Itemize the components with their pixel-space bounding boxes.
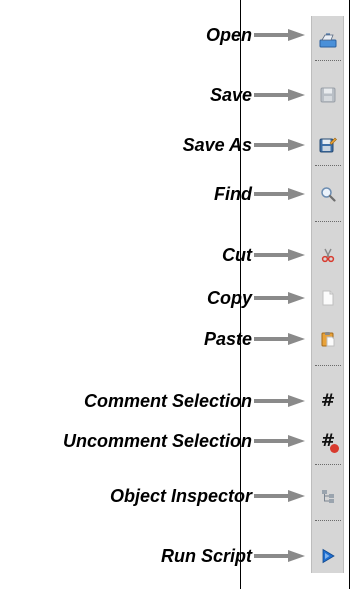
callout-object-inspector: Object Inspector [0, 484, 310, 508]
copy-page-icon [322, 290, 334, 306]
callout-label-object-inspector: Object Inspector [109, 486, 252, 506]
callout-label-save: Save [209, 85, 252, 105]
callout-label-cut: Cut [222, 245, 252, 265]
toolbar-separator [315, 165, 341, 166]
callout-label-run-script: Run Script [160, 546, 252, 566]
pointer-arrow-icon [254, 89, 305, 101]
pointer-arrow-icon [254, 188, 305, 200]
save-button[interactable] [317, 84, 339, 106]
callout-uncomment-selection: Uncomment Selection [0, 429, 310, 453]
callout-save-as: Save As [0, 133, 310, 157]
comment-selection-button[interactable]: # [317, 390, 339, 412]
scissors-icon [321, 248, 335, 263]
callout-label-paste: Paste [203, 329, 252, 349]
pointer-arrow-icon [254, 292, 305, 304]
tree-structure-icon [322, 490, 334, 503]
save-as-button[interactable] [317, 134, 339, 156]
object-inspector-button[interactable] [317, 485, 339, 507]
toolbar-separator [315, 60, 341, 61]
pointer-arrow-icon [254, 333, 305, 345]
callout-copy: Copy [0, 286, 310, 310]
toolbar-separator [315, 221, 341, 222]
paste-button[interactable] [317, 328, 339, 350]
play-triangle-icon [322, 548, 335, 564]
toolbar-separator [315, 520, 341, 521]
callout-run-script: Run Script [0, 544, 310, 568]
clipboard-icon [321, 332, 335, 347]
copy-button[interactable] [317, 287, 339, 309]
callout-label-find: Find [214, 184, 252, 204]
magnifier-icon [321, 187, 336, 202]
open-folder-icon [319, 33, 337, 48]
callout-save: Save [0, 83, 310, 107]
script-editor-toolbar: # # [311, 16, 344, 573]
find-button[interactable] [317, 183, 339, 205]
callout-label-uncomment-selection: Uncomment Selection [62, 431, 252, 451]
floppy-disk-pencil-icon [319, 137, 337, 153]
pointer-arrow-icon [254, 490, 305, 502]
floppy-disk-icon [320, 87, 336, 103]
callout-label-open: Open [205, 25, 252, 45]
documentation-figure: Open Save Save As Find Cut Copy Paste Co… [0, 0, 350, 589]
callout-open: Open [0, 23, 310, 47]
hash-icon: # [320, 390, 336, 411]
toolbar-separator [315, 365, 341, 366]
callout-comment-selection: Comment Selection [0, 389, 310, 413]
pointer-arrow-icon [254, 395, 305, 407]
pointer-arrow-icon [254, 435, 305, 447]
callout-label-save-as: Save As [182, 135, 252, 155]
pointer-arrow-icon [254, 550, 305, 562]
callout-find: Find [0, 182, 310, 206]
pointer-arrow-icon [254, 29, 305, 41]
cut-button[interactable] [317, 244, 339, 266]
run-script-button[interactable] [317, 545, 339, 567]
hash-remove-icon: # [321, 432, 340, 453]
callout-label-copy: Copy [207, 288, 252, 308]
toolbar-separator [315, 464, 341, 465]
callout-cut: Cut [0, 243, 310, 267]
uncomment-selection-button[interactable]: # [317, 430, 340, 453]
callout-label-comment-selection: Comment Selection [83, 391, 252, 411]
callout-paste: Paste [0, 327, 310, 351]
open-button[interactable] [317, 29, 339, 51]
pointer-arrow-icon [254, 249, 305, 261]
pointer-arrow-icon [254, 139, 305, 151]
